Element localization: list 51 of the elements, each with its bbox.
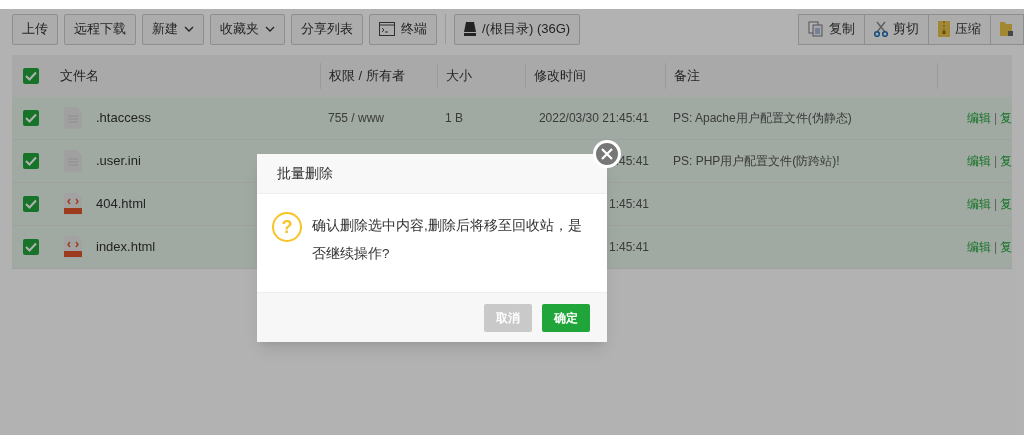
separator: | — [993, 110, 997, 127]
table-cell: :45:41 — [615, 154, 649, 168]
toolbar-button[interactable] — [990, 13, 1024, 45]
table-cell: 1 B — [445, 111, 463, 125]
toolbar-button[interactable]: 上传 — [12, 13, 58, 45]
checkbox[interactable] — [23, 68, 39, 84]
checkbox[interactable] — [23, 239, 39, 255]
terminal-icon — [379, 22, 395, 36]
table-cell: PS: PHP用户配置文件(防跨站)! — [673, 154, 840, 168]
column-header[interactable]: 文件名 — [60, 66, 99, 86]
toolbar-button[interactable]: 远程下载 — [64, 13, 136, 45]
table-cell: PS: Apache用户配置文件(伪静态) — [673, 111, 852, 125]
close-icon — [601, 148, 613, 160]
toolbar-button[interactable]: 压缩 — [928, 13, 991, 45]
table-cell: 755 / www — [328, 111, 385, 125]
caret-icon — [184, 26, 194, 32]
toolbar-button[interactable]: 终端 — [369, 13, 437, 45]
column-header[interactable]: 备注 — [674, 66, 700, 86]
folder-lock-icon — [1000, 21, 1014, 37]
checkbox[interactable] — [23, 153, 39, 169]
question-icon: ? — [272, 212, 302, 242]
dialog-message: 确认删除选中内容,删除后将移至回收站，是否继续操作? — [312, 217, 583, 263]
toolbar-button[interactable]: 收藏夹 — [210, 13, 285, 45]
html-file-icon — [64, 193, 82, 215]
toolbar-button[interactable]: 剪切 — [864, 13, 929, 45]
table-cell: 1:45:41 — [608, 240, 649, 254]
file-name[interactable]: 404.html — [96, 194, 146, 214]
checkbox[interactable] — [23, 110, 39, 126]
table-cell: 1:45:41 — [608, 197, 649, 211]
dialog-title: 批量删除 — [257, 154, 607, 194]
toolbar-button[interactable]: 复制 — [798, 13, 865, 45]
column-header[interactable]: 修改时间 — [534, 66, 586, 86]
scissors-icon — [874, 21, 888, 37]
file-name[interactable]: .htaccess — [96, 108, 151, 128]
toolbar-button[interactable]: 分享列表 — [291, 13, 363, 45]
checkbox[interactable] — [23, 196, 39, 212]
copy-icon — [808, 21, 824, 37]
drive-icon — [464, 22, 476, 36]
table-cell: 2022/03/30 21:45:41 — [538, 111, 649, 125]
separator: | — [993, 239, 997, 256]
html-file-icon — [64, 236, 82, 258]
toolbar-button[interactable]: 新建 — [142, 13, 204, 45]
file-name[interactable]: index.html — [96, 237, 156, 257]
caret-icon — [265, 26, 275, 32]
file-name[interactable]: .user.ini — [96, 151, 141, 171]
separator: | — [993, 153, 997, 170]
toolbar-button[interactable]: /(根目录) (36G) — [454, 13, 581, 45]
separator: | — [993, 196, 997, 213]
archive-icon — [938, 21, 950, 37]
column-header[interactable]: 大小 — [446, 66, 472, 86]
column-header[interactable]: 权限 / 所有者 — [329, 66, 405, 86]
